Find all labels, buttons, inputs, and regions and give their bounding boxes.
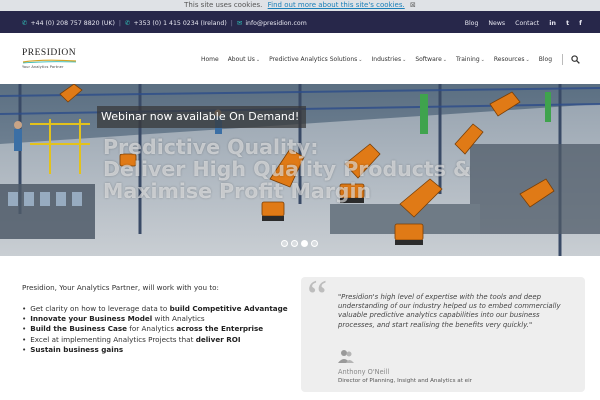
divider: | [118,19,121,27]
bullet-text: Get clarity on how to leverage data to [30,304,170,313]
nav-label: Blog [538,56,552,63]
hero-headline-line: Deliver High Quality Products & [103,157,471,181]
testimonial-name: Anthony O'Neill [338,368,390,376]
contact-info: ✆ +44 (0) 208 757 8820 (UK) | ✆ +353 (0)… [22,19,307,27]
list-item: Innovate your Business Model with Analyt… [22,314,288,324]
nav-home[interactable]: Home [201,56,219,63]
top-contact-bar: ✆ +44 (0) 208 757 8820 (UK) | ✆ +353 (0)… [0,11,600,33]
bullet-text: Excel at implementing Analytics Projects… [30,334,196,344]
nav-predictive-analytics-solutions[interactable]: Predictive Analytics Solutions⌄ [269,56,362,63]
linkedin-icon[interactable]: in [549,19,556,27]
phone-icon: ✆ [125,19,131,27]
list-item: Excel at implementing Analytics Projects… [22,335,288,345]
chevron-down-icon: ⌄ [442,57,447,63]
list-item: Build the Business Case for Analytics ac… [22,324,288,334]
logo-tagline: Your Analytics Partner [22,65,64,69]
logo-brand: PRESIDION [22,48,77,58]
testimonial-card: “ "Presidion's high level of expertise w… [301,273,585,392]
cookie-info-link[interactable]: Find out more about this site's cookies. [268,1,405,9]
top-link-blog[interactable]: Blog [465,20,479,27]
phone-icon: ✆ [22,19,28,27]
testimonial-quote: "Presidion's high level of expertise wit… [338,293,561,329]
twitter-icon[interactable]: t [566,19,569,27]
envelope-icon: ✉ [236,19,243,27]
slide-dot-2[interactable] [291,240,298,247]
nav-software[interactable]: Software⌄ [415,56,447,63]
cookie-close-icon[interactable]: ⊠ [410,1,416,9]
nav-label: Home [200,56,219,63]
webinar-banner[interactable]: Webinar now available On Demand! [97,106,306,128]
nav-blog[interactable]: Blog [539,56,552,63]
phone-ireland[interactable]: +353 (0) 1 415 0234 (Ireland) [133,20,226,27]
nav-about-us[interactable]: About Us⌄ [228,56,260,63]
bullet-text: with Analytics [152,314,205,324]
nav-label: Predictive Analytics Solutions [269,56,358,63]
top-links: Blog News Contact in t f [465,19,582,27]
avatar-icon [338,350,354,363]
slider-dots [281,240,318,247]
nav-label: Training [455,56,480,63]
bullet-highlight: Build the Business Case [30,324,128,334]
hero-headline-line: Maximise Profit Margin [103,179,372,203]
chevron-down-icon: ⌄ [480,57,485,63]
slide-dot-3[interactable] [301,240,308,247]
main-content: Presidion, Your Analytics Partner, will … [0,256,600,400]
nav-training[interactable]: Training⌄ [456,56,485,63]
list-item: Sustain business gains [22,345,288,355]
top-link-news[interactable]: News [488,20,505,27]
list-item: Get clarity on how to leverage data to b… [22,304,288,314]
cookie-text: This site uses cookies. [184,1,263,9]
nav-resources[interactable]: Resources⌄ [494,56,530,63]
cookie-bar: This site uses cookies. Find out more ab… [0,0,600,11]
chevron-down-icon: ⌄ [255,57,261,63]
chevron-down-icon: ⌄ [358,57,363,63]
nav-industries[interactable]: Industries⌄ [372,56,407,63]
bullet-highlight: Innovate your Business Model [30,314,153,324]
bullet-highlight: build Competitive Advantage [169,304,288,313]
nav-label: Industries [371,56,402,63]
hero-headline-line: Predictive Quality: [103,135,319,159]
hero-headline: Predictive Quality: Deliver High Quality… [103,136,471,202]
slide-dot-1[interactable] [281,240,288,247]
bullet-highlight: across the Enterprise [176,324,264,334]
search-icon[interactable] [571,55,580,64]
nav-divider [562,54,563,65]
hero-slider[interactable]: Webinar now available On Demand! Predict… [0,84,600,256]
divider: | [230,19,233,27]
top-link-contact[interactable]: Contact [515,20,539,27]
site-header: PRESIDION Your Analytics Partner Home Ab… [0,33,600,84]
email-link[interactable]: info@presidion.com [245,20,306,27]
nav-label: Software [415,56,442,63]
nav-label: About Us [227,56,255,63]
chevron-down-icon: ⌄ [402,57,407,63]
intro-text: Presidion, Your Analytics Partner, will … [22,283,219,292]
slide-dot-4[interactable] [311,240,318,247]
facebook-icon[interactable]: f [579,19,582,27]
bullet-highlight: Sustain business gains [30,344,124,354]
bullet-text: for Analytics [127,324,177,334]
phone-uk[interactable]: +44 (0) 208 757 8820 (UK) [30,20,114,27]
nav-label: Resources [493,56,525,63]
site-logo[interactable]: PRESIDION Your Analytics Partner [22,48,80,69]
testimonial-role: Director of Planning, Insight and Analyt… [338,378,472,384]
logo-swoosh-icon [22,59,77,64]
quote-mark-icon: “ [307,270,328,321]
main-nav: Home About Us⌄ Predictive Analytics Solu… [192,54,580,65]
benefits-list: Get clarity on how to leverage data to b… [22,304,288,355]
chevron-down-icon: ⌄ [525,57,530,63]
bullet-highlight: deliver ROI [195,334,241,344]
